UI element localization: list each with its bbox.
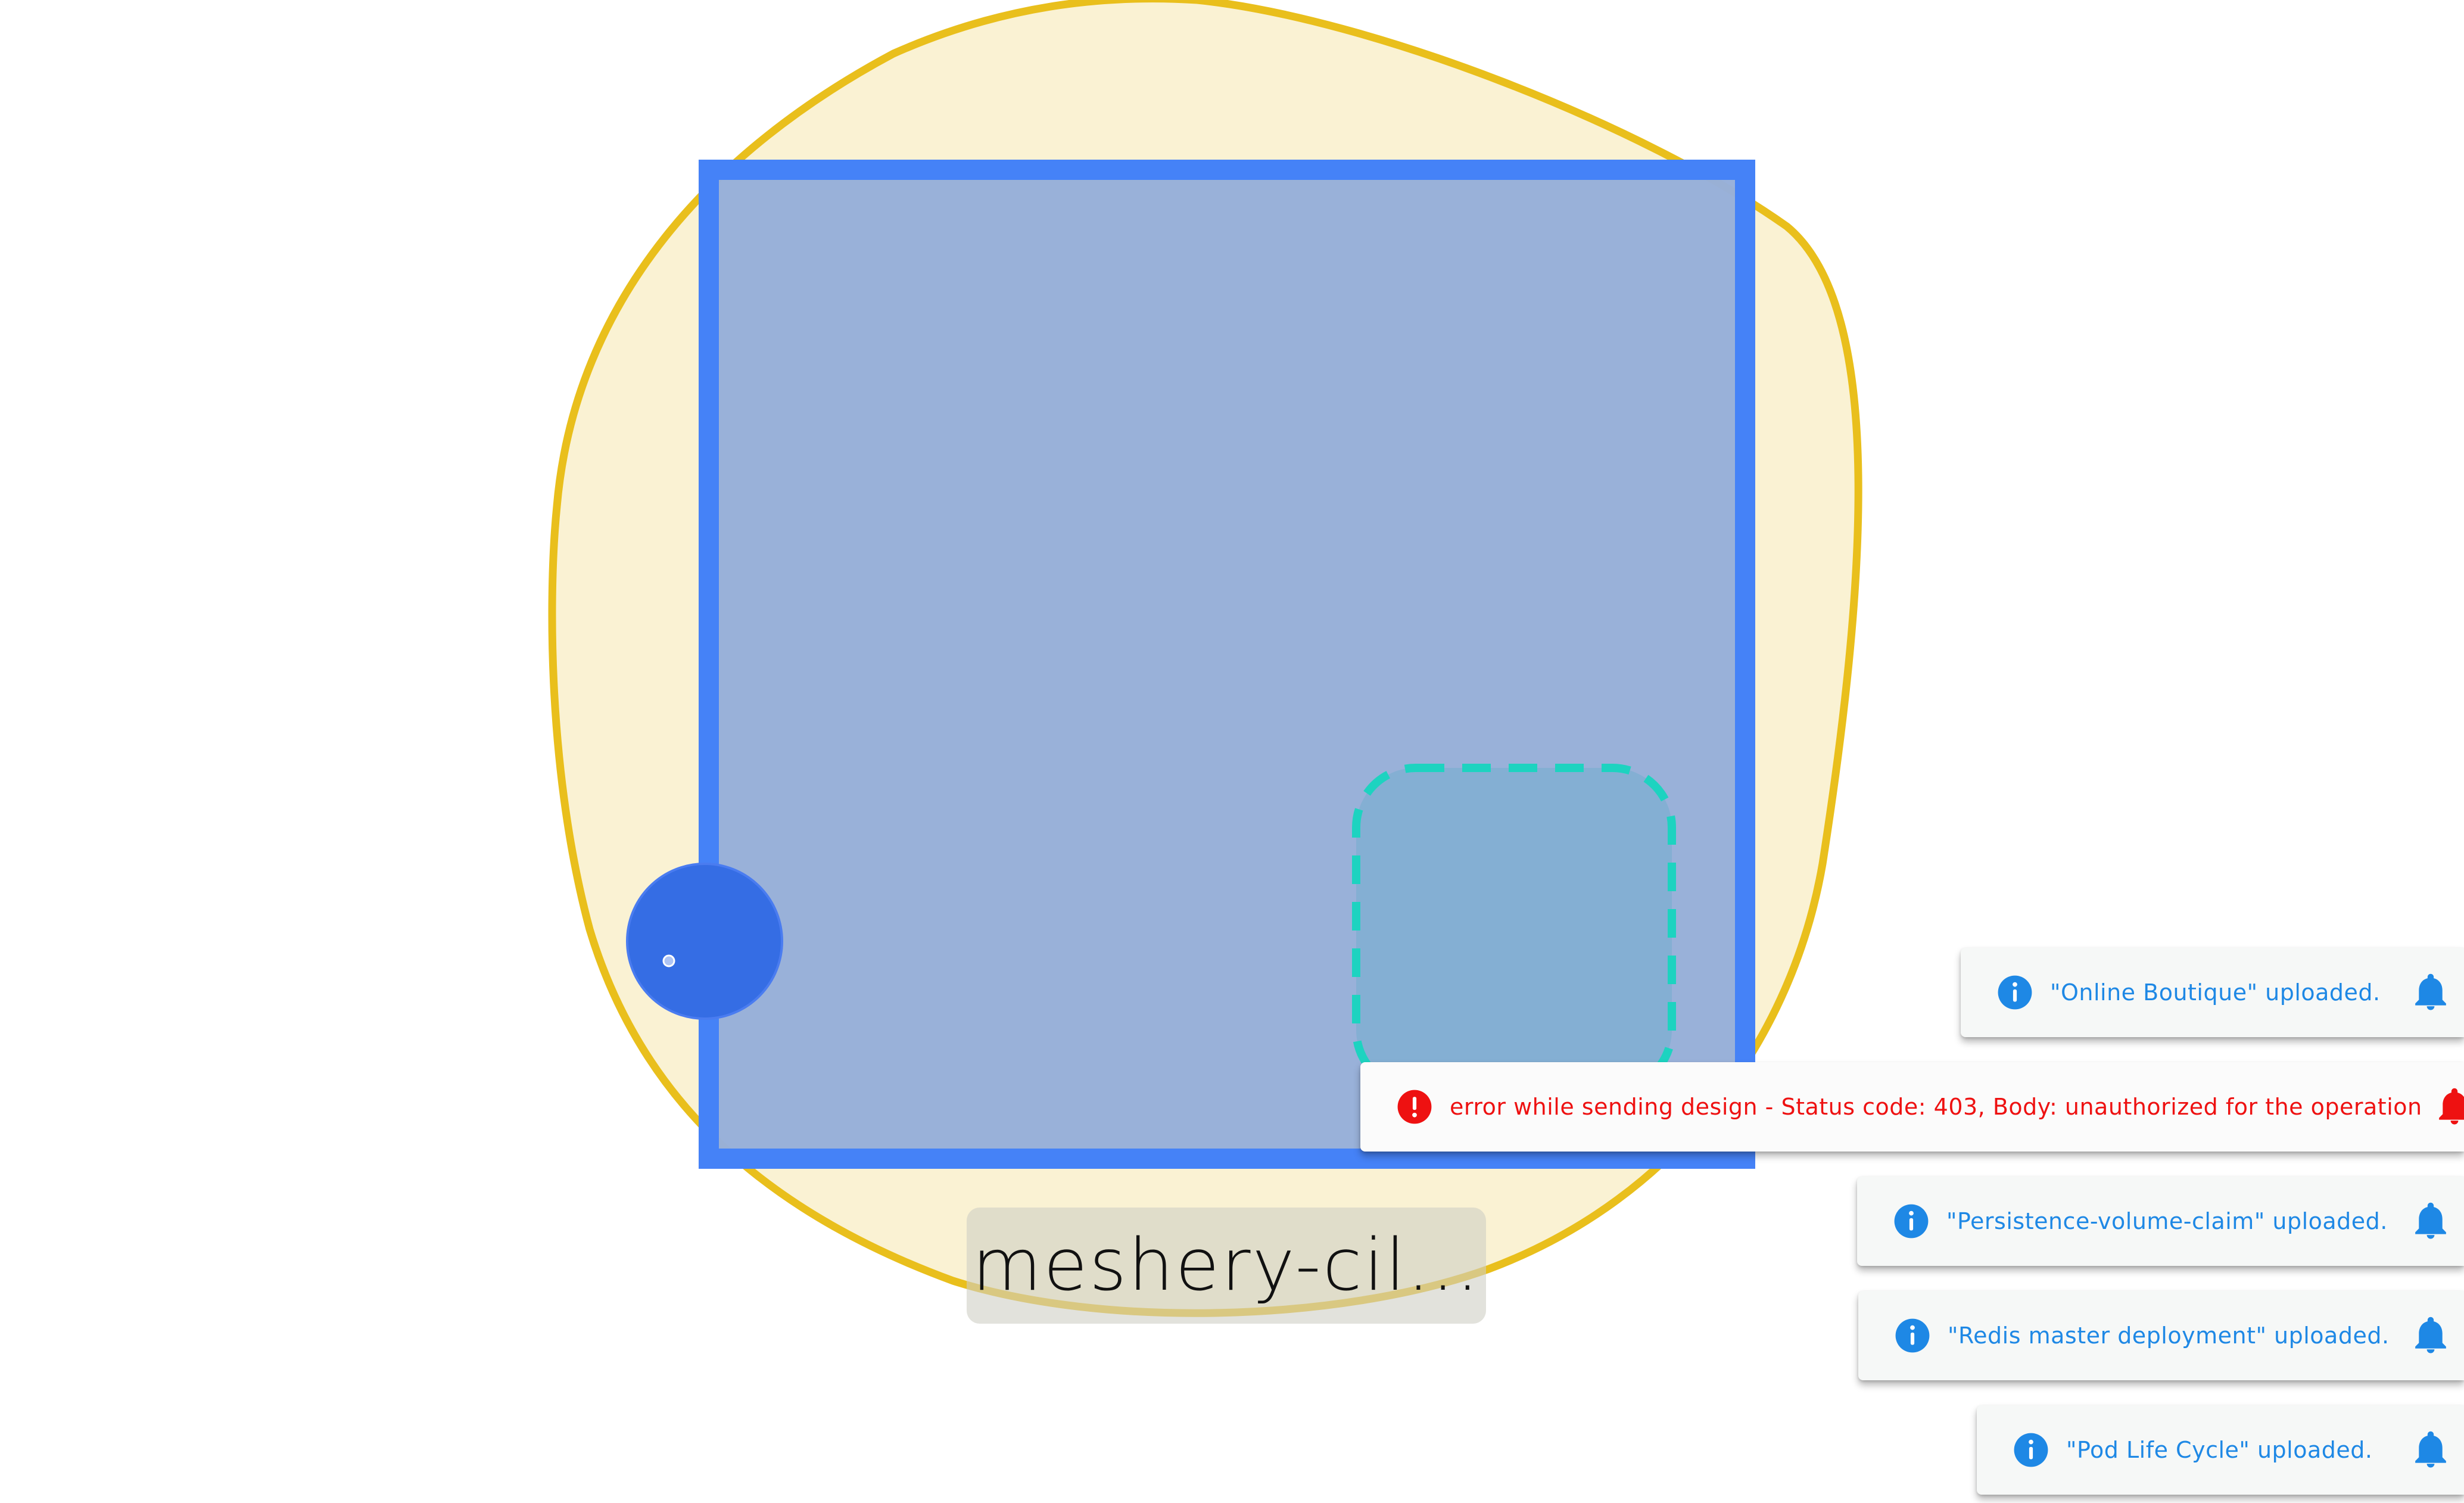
handle-dot: [662, 954, 675, 967]
bell-icon[interactable]: [2413, 1431, 2449, 1469]
bell-icon[interactable]: [2413, 1202, 2449, 1240]
design-canvas[interactable]: meshery-cil... "Online Boutique" uploade…: [0, 0, 2464, 1503]
info-icon: [2014, 1433, 2048, 1467]
notification-redis-master-deployment[interactable]: "Redis master deployment" uploaded.: [1858, 1291, 2464, 1380]
notification-message: "Pod Life Cycle" uploaded.: [2066, 1437, 2373, 1463]
notification-message: "Online Boutique" uploaded.: [2050, 979, 2381, 1006]
notification-message: "Redis master deployment" uploaded.: [1948, 1322, 2390, 1349]
dashed-node[interactable]: [1352, 764, 1676, 1094]
notification-message: "Persistence-volume-claim" uploaded.: [1946, 1208, 2388, 1234]
notification-error-sending-design[interactable]: error while sending design - Status code…: [1360, 1062, 2464, 1152]
bell-icon[interactable]: [2413, 1317, 2449, 1355]
notification-online-boutique[interactable]: "Online Boutique" uploaded.: [1961, 948, 2464, 1037]
node-label[interactable]: meshery-cil...: [967, 1208, 1486, 1324]
info-icon: [1998, 975, 2032, 1010]
info-icon: [1895, 1318, 1930, 1353]
notification-pod-life-cycle[interactable]: "Pod Life Cycle" uploaded.: [1977, 1405, 2464, 1495]
bell-icon[interactable]: [2413, 973, 2449, 1012]
error-icon: [1397, 1090, 1432, 1124]
resize-handle[interactable]: [626, 863, 783, 1020]
info-icon: [1894, 1204, 1929, 1239]
bell-icon[interactable]: [2437, 1088, 2464, 1126]
notification-message: error while sending design - Status code…: [1450, 1094, 2422, 1120]
notification-persistence-volume-claim[interactable]: "Persistence-volume-claim" uploaded.: [1857, 1177, 2464, 1266]
